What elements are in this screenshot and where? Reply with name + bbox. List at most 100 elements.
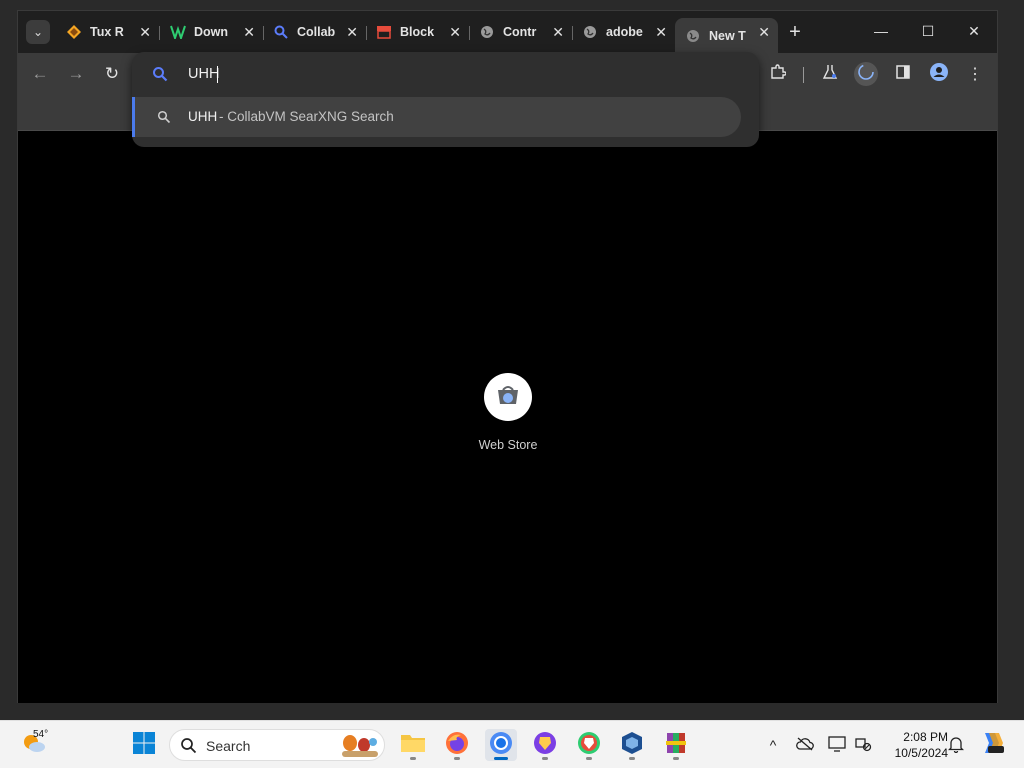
suggestion-description: - CollabVM SearXNG Search	[219, 109, 394, 124]
running-indicator	[586, 757, 592, 760]
tab-title: Collab	[297, 25, 336, 39]
taskbar: 54° Search ^ 2:08 PM 10/5/2024	[0, 720, 1024, 768]
labs-button[interactable]	[818, 62, 842, 86]
close-icon[interactable]: ✕	[758, 24, 770, 41]
arrow-right-icon: →	[67, 64, 85, 83]
profile-button[interactable]	[927, 62, 951, 86]
shortcut-label: Web Store	[478, 438, 538, 452]
search-label: Search	[206, 738, 251, 754]
start-button[interactable]	[128, 729, 160, 761]
taskbar-firefox[interactable]	[441, 729, 473, 761]
search-icon	[180, 737, 197, 759]
menu-button[interactable]: ⋮	[963, 62, 987, 86]
globe-icon	[479, 24, 495, 40]
tab-adobe[interactable]: adobe ✕	[572, 18, 675, 46]
clock-date: 10/5/2024	[894, 746, 948, 760]
taskbar-brave-nightly[interactable]	[529, 729, 561, 761]
taskbar-search[interactable]: Search	[169, 729, 385, 761]
text-caret	[217, 66, 218, 83]
bell-icon	[947, 735, 965, 756]
reload-button[interactable]: ↻	[100, 62, 124, 86]
vm-icon	[170, 24, 186, 40]
taskbar-chromium[interactable]	[485, 729, 517, 761]
omnibox-input[interactable]	[188, 64, 688, 84]
notifications-button[interactable]	[946, 735, 966, 755]
taskbar-file-explorer[interactable]	[397, 729, 429, 761]
tray-overflow-button[interactable]: ^	[763, 735, 783, 755]
loading-spinner-icon	[857, 63, 875, 86]
tab-contr[interactable]: Contr ✕	[469, 18, 572, 46]
suggestion-query: UHH	[188, 109, 218, 124]
tab-title: Contr	[503, 25, 537, 39]
extensions-button[interactable]	[766, 62, 790, 86]
forward-button[interactable]: →	[64, 62, 88, 86]
omnibox	[132, 52, 759, 96]
close-icon[interactable]: ✕	[449, 24, 461, 41]
minimize-button[interactable]: —	[858, 11, 904, 51]
tray-network[interactable]	[853, 735, 873, 755]
taskbar-virtualbox[interactable]	[616, 729, 648, 761]
tab-new-tab[interactable]: New T ✕	[675, 18, 778, 53]
weather-temp: 54°	[33, 729, 49, 740]
side-panel-button[interactable]	[891, 62, 915, 86]
clock-time: 2:08 PM	[903, 730, 948, 744]
clock[interactable]: 2:08 PM 10/5/2024	[878, 729, 948, 761]
omnibox-dropdown: UHH - CollabVM SearXNG Search	[132, 52, 759, 147]
tab-strip: ⌄ Tux R ✕ Down ✕ Collab ✕ Block ✕ Contr	[18, 11, 997, 53]
browser-window: ⌄ Tux R ✕ Down ✕ Collab ✕ Block ✕ Contr	[17, 10, 998, 703]
close-icon[interactable]: ✕	[346, 24, 358, 41]
arrow-left-icon: ←	[31, 64, 49, 83]
close-window-button[interactable]: ✕	[951, 11, 997, 51]
back-button[interactable]: ←	[28, 62, 52, 86]
running-indicator	[410, 757, 416, 760]
close-icon[interactable]: ✕	[655, 24, 667, 41]
side-panel-icon	[895, 64, 911, 85]
tab-title: adobe	[606, 25, 643, 39]
chevron-up-icon: ^	[769, 737, 777, 753]
tab-download[interactable]: Down ✕	[160, 18, 263, 46]
tray-onedrive[interactable]	[795, 735, 815, 755]
brave-icon	[577, 731, 601, 760]
tab-title: Tux R	[90, 25, 124, 39]
tab-block[interactable]: Block ✕	[366, 18, 469, 46]
copilot-icon	[979, 731, 1005, 760]
toolbar-divider	[803, 67, 804, 83]
running-indicator	[629, 757, 635, 760]
tab-tux-racer[interactable]: Tux R ✕	[56, 18, 159, 46]
windows-logo-icon	[132, 731, 156, 760]
tab-title: Block	[400, 25, 435, 39]
globe-icon	[582, 24, 598, 40]
store-icon	[376, 24, 392, 40]
globe-icon	[685, 28, 701, 44]
maximize-button[interactable]: ☐	[905, 11, 951, 51]
running-indicator	[454, 757, 460, 760]
chevron-down-icon: ⌄	[32, 25, 44, 39]
firefox-icon	[445, 731, 469, 760]
more-vert-icon: ⋮	[967, 66, 983, 83]
shortcut-web-store[interactable]	[484, 373, 532, 421]
tab-collab[interactable]: Collab ✕	[263, 18, 366, 46]
loading-button[interactable]	[854, 62, 878, 86]
tab-search-button[interactable]: ⌄	[26, 20, 50, 44]
tux-racer-icon	[66, 24, 82, 40]
brave-nightly-icon	[533, 731, 557, 760]
puzzle-icon	[770, 63, 787, 85]
network-icon	[854, 736, 872, 755]
file-explorer-icon	[400, 732, 426, 759]
maximize-icon: ☐	[921, 23, 935, 39]
copilot-button[interactable]	[976, 729, 1008, 761]
taskbar-brave[interactable]	[573, 729, 605, 761]
flask-icon	[822, 64, 838, 85]
web-store-icon	[496, 384, 520, 411]
new-tab-page: Web Store	[18, 132, 997, 703]
close-icon[interactable]: ✕	[243, 24, 255, 41]
suggestion-row[interactable]: UHH - CollabVM SearXNG Search	[132, 97, 741, 137]
tray-display[interactable]	[827, 735, 847, 755]
cloud-off-icon	[796, 737, 814, 754]
taskbar-winrar[interactable]	[660, 729, 692, 761]
close-icon[interactable]: ✕	[552, 24, 564, 41]
close-icon[interactable]: ✕	[139, 24, 151, 41]
chromium-icon	[489, 731, 513, 760]
new-tab-button[interactable]: +	[782, 19, 808, 45]
close-icon: ✕	[968, 23, 980, 39]
